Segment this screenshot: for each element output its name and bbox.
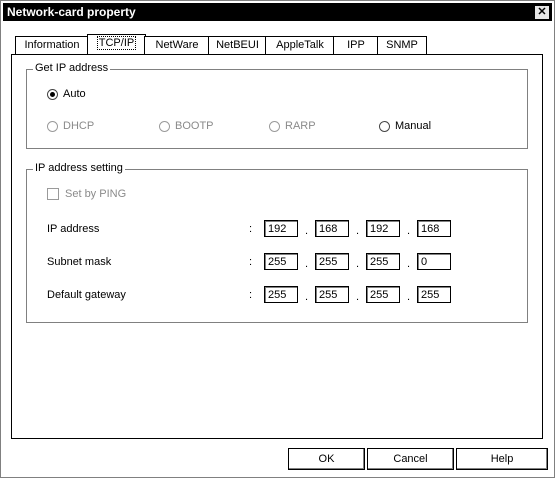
ip-octet-1[interactable]: 192 (264, 220, 298, 237)
dot-separator: . (305, 291, 309, 303)
gateway-octet-1[interactable]: 255 (264, 286, 298, 303)
close-button[interactable]: ✕ (534, 5, 550, 20)
dot-separator: . (356, 291, 360, 303)
bootp-radio[interactable]: BOOTP (159, 120, 214, 132)
dot-separator: . (305, 258, 309, 270)
rarp-radio[interactable]: RARP (269, 120, 316, 132)
dot-separator: . (356, 258, 360, 270)
tab-appletalk[interactable]: AppleTalk (265, 36, 335, 54)
subnet-octet-4[interactable]: 0 (417, 253, 451, 270)
ip-octet-2[interactable]: 168 (315, 220, 349, 237)
ip-octet-3[interactable]: 192 (366, 220, 400, 237)
tab-netware[interactable]: NetWare (144, 36, 210, 54)
cancel-button[interactable]: Cancel (367, 448, 454, 470)
auto-radio[interactable]: Auto (47, 88, 86, 100)
window-title: Network-card property (7, 5, 136, 19)
gateway-octet-2[interactable]: 255 (315, 286, 349, 303)
set-by-ping-checkbox[interactable]: Set by PING (47, 188, 126, 200)
dot-separator: . (407, 225, 411, 237)
get-ip-group: Get IP address Auto DHCP BOOTP RARP Manu… (26, 62, 528, 149)
radio-icon (269, 120, 280, 132)
ip-address-label: IP address (47, 223, 100, 235)
ok-button[interactable]: OK (288, 448, 365, 470)
set-by-ping-label: Set by PING (65, 188, 127, 200)
radio-icon (379, 120, 390, 132)
manual-radio[interactable]: Manual (379, 120, 431, 132)
tcpip-panel: Get IP address Auto DHCP BOOTP RARP Manu… (11, 54, 543, 439)
checkbox-icon (47, 188, 59, 200)
tab-ipp[interactable]: IPP (333, 36, 379, 54)
dot-separator: . (407, 258, 411, 270)
dhcp-radio-label: DHCP (63, 120, 95, 132)
dot-separator: . (356, 225, 360, 237)
radio-icon (47, 120, 58, 132)
dot-separator: . (305, 225, 309, 237)
bootp-radio-label: BOOTP (175, 120, 214, 132)
colon: : (249, 289, 253, 301)
title-bar: Network-card property ✕ (3, 3, 552, 21)
gateway-octet-3[interactable]: 255 (366, 286, 400, 303)
subnet-octet-1[interactable]: 255 (264, 253, 298, 270)
ip-octet-4[interactable]: 168 (417, 220, 451, 237)
colon: : (249, 223, 253, 235)
tab-information[interactable]: Information (15, 36, 89, 54)
tab-tcpip[interactable]: TCP/IP (87, 34, 146, 55)
tab-netbeui[interactable]: NetBEUI (208, 36, 267, 54)
ip-setting-group: IP address setting Set by PING IP addres… (26, 162, 528, 323)
dot-separator: . (407, 291, 411, 303)
help-button[interactable]: Help (456, 448, 548, 470)
subnet-octet-3[interactable]: 255 (366, 253, 400, 270)
dialog-window: Network-card property ✕ Information TCP/… (0, 0, 555, 478)
dhcp-radio[interactable]: DHCP (47, 120, 94, 132)
ip-setting-group-title: IP address setting (33, 162, 125, 174)
get-ip-group-title: Get IP address (33, 62, 111, 74)
radio-icon (159, 120, 170, 132)
radio-selected-icon (47, 88, 58, 100)
colon: : (249, 256, 253, 268)
manual-radio-label: Manual (395, 120, 432, 132)
rarp-radio-label: RARP (285, 120, 316, 132)
close-icon: ✕ (537, 6, 547, 18)
tab-snmp[interactable]: SNMP (377, 36, 427, 54)
default-gateway-label: Default gateway (47, 289, 126, 301)
subnet-mask-label: Subnet mask (47, 256, 112, 268)
gateway-octet-4[interactable]: 255 (417, 286, 451, 303)
auto-radio-label: Auto (63, 88, 86, 100)
subnet-octet-2[interactable]: 255 (315, 253, 349, 270)
